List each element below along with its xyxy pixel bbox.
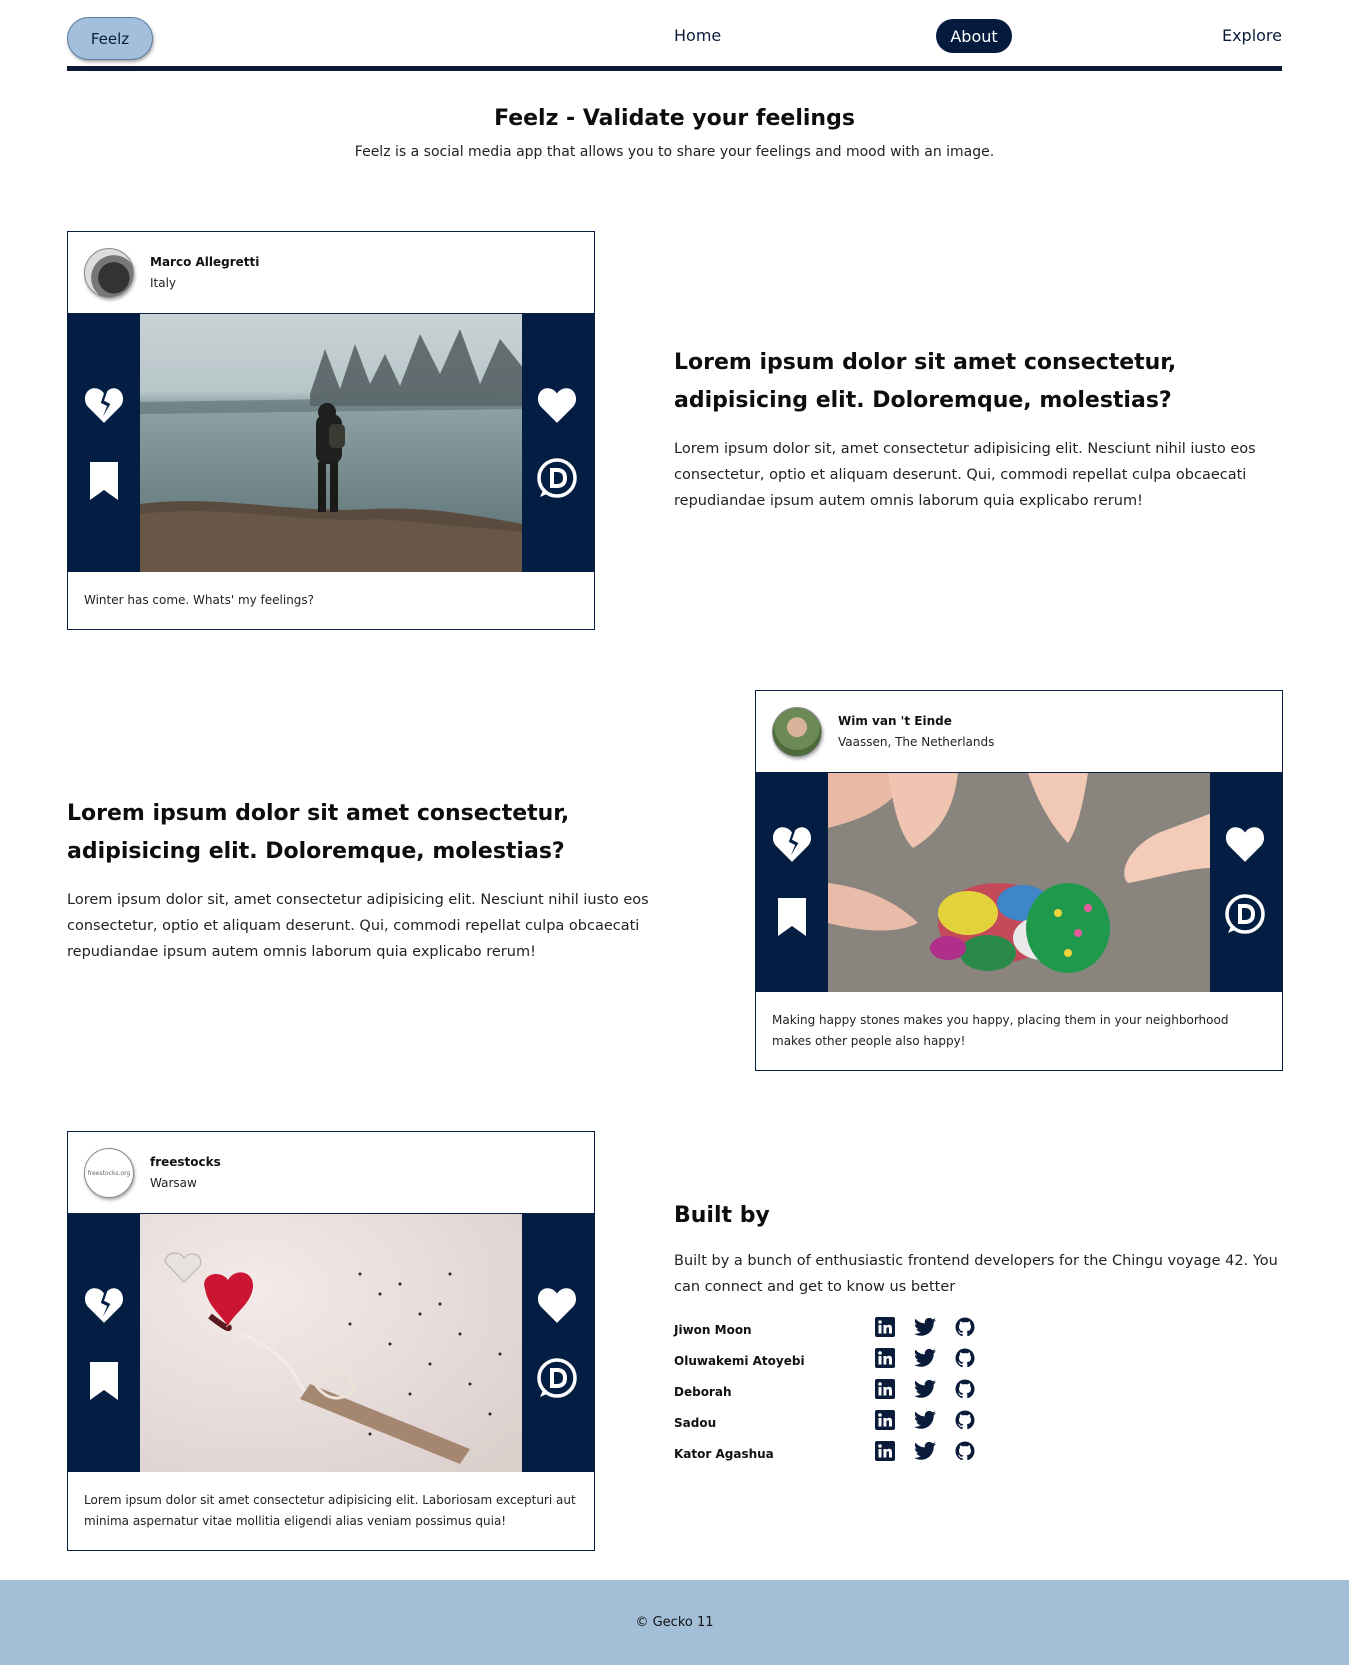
- member-name: Kator Agashua: [674, 1447, 774, 1461]
- team-member: Kator Agashua: [674, 1438, 1294, 1469]
- github-icon[interactable]: [955, 1348, 975, 1368]
- heart-icon[interactable]: [1223, 823, 1267, 865]
- member-name: Deborah: [674, 1385, 732, 1399]
- avatar[interactable]: freestocks.org: [84, 1148, 134, 1198]
- member-name: Oluwakemi Atoyebi: [674, 1354, 805, 1368]
- post-media: [756, 773, 1282, 992]
- post-card-1: Marco Allegretti Italy Winter has come. …: [67, 231, 595, 630]
- linkedin-icon[interactable]: [875, 1379, 895, 1399]
- twitter-icon[interactable]: [914, 1317, 936, 1337]
- post-caption: Winter has come. Whats' my feelings?: [84, 593, 315, 607]
- linkedin-icon[interactable]: [875, 1348, 895, 1368]
- disqus-comment-icon[interactable]: [1223, 893, 1267, 937]
- footer-copyright: © Gecko 11: [635, 1615, 714, 1630]
- twitter-icon[interactable]: [914, 1441, 936, 1461]
- post-location: Warsaw: [150, 1176, 197, 1190]
- twitter-icon[interactable]: [914, 1379, 936, 1399]
- heart-icon[interactable]: [535, 1284, 579, 1326]
- broken-heart-icon[interactable]: [83, 1284, 125, 1326]
- page-title: Feelz - Validate your feelings: [494, 106, 855, 131]
- post-username[interactable]: Marco Allegretti: [150, 255, 259, 269]
- info-heading: Lorem ipsum dolor sit amet consectetur, …: [67, 801, 570, 864]
- post-photo: [140, 314, 522, 572]
- github-icon[interactable]: [955, 1379, 975, 1399]
- info-body: Lorem ipsum dolor sit, amet consectetur …: [674, 441, 1256, 509]
- post-location: Vaassen, The Netherlands: [838, 735, 995, 749]
- built-by-title: Built by: [674, 1203, 770, 1228]
- post-header: Marco Allegretti Italy: [68, 232, 594, 314]
- post-header: Wim van 't Einde Vaassen, The Netherland…: [756, 691, 1282, 773]
- post-location: Italy: [150, 276, 177, 290]
- member-name: Jiwon Moon: [674, 1323, 752, 1337]
- linkedin-icon[interactable]: [875, 1317, 895, 1337]
- disqus-comment-icon[interactable]: [535, 1357, 579, 1401]
- page-subtitle: Feelz is a social media app that allows …: [354, 144, 995, 160]
- team-member: Sadou: [674, 1407, 1294, 1438]
- top-nav: Feelz Home About Explore: [67, 12, 1282, 72]
- nav-explore-link[interactable]: Explore: [1222, 26, 1282, 45]
- team-member: Oluwakemi Atoyebi: [674, 1345, 1294, 1376]
- post-username[interactable]: freestocks: [150, 1155, 221, 1169]
- footer: © Gecko 11: [0, 1580, 1349, 1665]
- linkedin-icon[interactable]: [875, 1441, 895, 1461]
- post-photo: [828, 773, 1210, 992]
- team-member: Jiwon Moon: [674, 1314, 1294, 1345]
- bookmark-icon[interactable]: [88, 1361, 120, 1401]
- bookmark-icon[interactable]: [776, 897, 808, 937]
- info-block-2: Lorem ipsum dolor sit amet consectetur, …: [67, 795, 687, 965]
- github-icon[interactable]: [955, 1441, 975, 1461]
- disqus-comment-icon[interactable]: [535, 457, 579, 501]
- post-card-2: Wim van 't Einde Vaassen, The Netherland…: [755, 690, 1283, 1071]
- avatar[interactable]: [84, 248, 134, 298]
- logo-button[interactable]: Feelz: [67, 17, 153, 60]
- twitter-icon[interactable]: [914, 1410, 936, 1430]
- twitter-icon[interactable]: [914, 1348, 936, 1368]
- nav-about-link[interactable]: About: [936, 19, 1012, 53]
- github-icon[interactable]: [955, 1410, 975, 1430]
- nav-home-link[interactable]: Home: [674, 26, 721, 45]
- post-caption: Making happy stones makes you happy, pla…: [772, 1013, 1229, 1048]
- heart-icon[interactable]: [535, 384, 579, 426]
- post-username[interactable]: Wim van 't Einde: [838, 714, 952, 728]
- member-name: Sadou: [674, 1416, 717, 1430]
- post-media: [68, 314, 594, 572]
- post-photo: [140, 1214, 522, 1472]
- info-block-1: Lorem ipsum dolor sit amet consectetur, …: [674, 344, 1294, 514]
- broken-heart-icon[interactable]: [83, 384, 125, 426]
- team-list: Jiwon Moon Oluwakemi Atoyebi Deborah Sad…: [674, 1314, 1294, 1469]
- broken-heart-icon[interactable]: [771, 823, 813, 865]
- post-card-3: freestocks.org freestocks Warsaw Lorem i…: [67, 1131, 595, 1551]
- linkedin-icon[interactable]: [875, 1410, 895, 1430]
- built-by-section: Built by Built by a bunch of enthusiasti…: [674, 1203, 1294, 1469]
- built-by-text: Built by a bunch of enthusiastic fronten…: [674, 1253, 1278, 1295]
- nav-divider: [67, 66, 1282, 71]
- post-media: [68, 1214, 594, 1472]
- post-header: freestocks.org freestocks Warsaw: [68, 1132, 594, 1214]
- avatar[interactable]: [772, 707, 822, 757]
- team-member: Deborah: [674, 1376, 1294, 1407]
- bookmark-icon[interactable]: [88, 461, 120, 501]
- github-icon[interactable]: [955, 1317, 975, 1337]
- info-body: Lorem ipsum dolor sit, amet consectetur …: [67, 892, 649, 960]
- post-caption: Lorem ipsum dolor sit amet consectetur a…: [84, 1493, 576, 1528]
- info-heading: Lorem ipsum dolor sit amet consectetur, …: [674, 350, 1177, 413]
